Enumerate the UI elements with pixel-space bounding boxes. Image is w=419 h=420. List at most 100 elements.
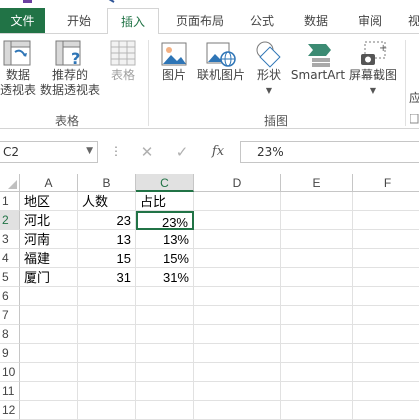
- cell-a5[interactable]: 厦门: [20, 268, 78, 287]
- tab-view[interactable]: 视: [404, 8, 419, 34]
- cell-f6[interactable]: [353, 287, 419, 306]
- cell-c8[interactable]: [136, 325, 194, 344]
- cell-b8[interactable]: [78, 325, 136, 344]
- cell-b9[interactable]: [78, 344, 136, 363]
- cell-a10[interactable]: [20, 363, 78, 382]
- formula-input[interactable]: 23%: [240, 141, 419, 163]
- cell-f7[interactable]: [353, 306, 419, 325]
- cell-c6[interactable]: [136, 287, 194, 306]
- cell-f2[interactable]: [353, 211, 419, 230]
- column-header-a[interactable]: A: [20, 174, 78, 192]
- screenshot-button[interactable]: + 屏幕截图 ▼: [346, 40, 400, 98]
- enter-icon[interactable]: ✓: [171, 142, 193, 162]
- column-header-b[interactable]: B: [78, 174, 136, 192]
- recommended-pivot-button[interactable]: ? 推荐的 数据透视表: [38, 40, 102, 98]
- row-header-4[interactable]: 4: [0, 249, 20, 268]
- cell-a11[interactable]: [20, 382, 78, 401]
- tab-insert[interactable]: 插入: [107, 8, 159, 34]
- cell-d5[interactable]: [194, 268, 281, 287]
- cell-a8[interactable]: [20, 325, 78, 344]
- cell-c1[interactable]: 占比: [136, 192, 194, 211]
- column-header-c[interactable]: C: [136, 174, 194, 192]
- smartart-button[interactable]: SmartArt: [290, 40, 346, 83]
- formula-bar-grip-icon[interactable]: ⋮: [110, 144, 122, 158]
- row-header-9[interactable]: 9: [0, 344, 20, 363]
- cell-a3[interactable]: 河南: [20, 230, 78, 249]
- cell-e10[interactable]: [281, 363, 353, 382]
- row-header-6[interactable]: 6: [0, 287, 20, 306]
- column-header-e[interactable]: E: [281, 174, 353, 192]
- cell-a2[interactable]: 河北: [20, 211, 78, 230]
- cell-b4[interactable]: 15: [78, 249, 136, 268]
- tab-file[interactable]: 文件: [0, 8, 45, 34]
- cell-e7[interactable]: [281, 306, 353, 325]
- cell-d9[interactable]: [194, 344, 281, 363]
- row-header-2[interactable]: 2: [0, 211, 20, 230]
- cell-f9[interactable]: [353, 344, 419, 363]
- cell-b6[interactable]: [78, 287, 136, 306]
- row-header-10[interactable]: 10: [0, 363, 20, 382]
- cell-b1[interactable]: 人数: [78, 192, 136, 211]
- row-header-8[interactable]: 8: [0, 325, 20, 344]
- cell-e9[interactable]: [281, 344, 353, 363]
- cell-f8[interactable]: [353, 325, 419, 344]
- cell-a9[interactable]: [20, 344, 78, 363]
- row-header-5[interactable]: 5: [0, 268, 20, 287]
- cell-b5[interactable]: 31: [78, 268, 136, 287]
- cell-c3[interactable]: 13%: [136, 230, 194, 249]
- cell-d2[interactable]: [194, 211, 281, 230]
- cell-c11[interactable]: [136, 382, 194, 401]
- cell-c5[interactable]: 31%: [136, 268, 194, 287]
- select-all-button[interactable]: [0, 174, 20, 192]
- cell-f4[interactable]: [353, 249, 419, 268]
- cell-b3[interactable]: 13: [78, 230, 136, 249]
- cell-f11[interactable]: [353, 382, 419, 401]
- cell-a4[interactable]: 福建: [20, 249, 78, 268]
- cell-e6[interactable]: [281, 287, 353, 306]
- tab-data[interactable]: 数据: [294, 8, 338, 34]
- cell-e2[interactable]: [281, 211, 353, 230]
- tab-home[interactable]: 开始: [57, 8, 101, 34]
- row-header-3[interactable]: 3: [0, 230, 20, 249]
- cell-a1[interactable]: 地区: [20, 192, 78, 211]
- cell-d8[interactable]: [194, 325, 281, 344]
- cell-a6[interactable]: [20, 287, 78, 306]
- save-icon[interactable]: [22, 0, 34, 6]
- cell-e8[interactable]: [281, 325, 353, 344]
- tab-page-layout[interactable]: 页面布局: [167, 8, 233, 34]
- tab-review[interactable]: 审阅: [348, 8, 392, 34]
- cell-b10[interactable]: [78, 363, 136, 382]
- pivot-table-button[interactable]: 数据 透视表: [0, 40, 36, 98]
- cell-e5[interactable]: [281, 268, 353, 287]
- table-button[interactable]: 表格: [104, 40, 142, 83]
- cell-d1[interactable]: [194, 192, 281, 211]
- cell-d11[interactable]: [194, 382, 281, 401]
- cell-e11[interactable]: [281, 382, 353, 401]
- shapes-button[interactable]: 形状 ▼: [250, 40, 288, 98]
- cell-f5[interactable]: [353, 268, 419, 287]
- pictures-button[interactable]: 图片: [156, 40, 192, 83]
- tab-formulas[interactable]: 公式: [240, 8, 284, 34]
- cell-f10[interactable]: [353, 363, 419, 382]
- collapse-ribbon-icon[interactable]: [410, 114, 419, 124]
- cell-b11[interactable]: [78, 382, 136, 401]
- column-header-f[interactable]: F: [353, 174, 419, 192]
- cell-d7[interactable]: [194, 306, 281, 325]
- cell-f1[interactable]: [353, 192, 419, 211]
- online-pictures-button[interactable]: 联机图片: [194, 40, 248, 83]
- cell-a7[interactable]: [20, 306, 78, 325]
- column-header-d[interactable]: D: [194, 174, 281, 192]
- row-header-11[interactable]: 11: [0, 382, 20, 401]
- row-header-1[interactable]: 1: [0, 192, 20, 211]
- name-box[interactable]: C2 ▼: [0, 141, 98, 163]
- cell-d6[interactable]: [194, 287, 281, 306]
- cell-c10[interactable]: [136, 363, 194, 382]
- cell-e3[interactable]: [281, 230, 353, 249]
- insert-function-button[interactable]: fx: [207, 142, 229, 162]
- cell-e4[interactable]: [281, 249, 353, 268]
- cell-c7[interactable]: [136, 306, 194, 325]
- cell-d3[interactable]: [194, 230, 281, 249]
- cell-c9[interactable]: [136, 344, 194, 363]
- cancel-icon[interactable]: ✕: [136, 142, 158, 162]
- cell-c2[interactable]: 23%: [136, 211, 194, 230]
